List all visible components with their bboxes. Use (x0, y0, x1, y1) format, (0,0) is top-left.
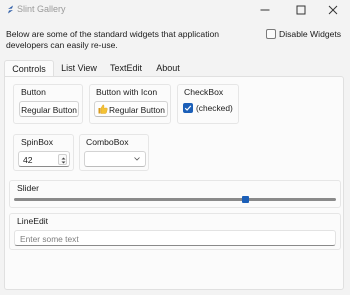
controls-panel: Button Regular Button Button with Icon R… (4, 76, 344, 290)
tab-list-view[interactable]: List View (56, 60, 102, 76)
tab-controls[interactable]: Controls (4, 60, 54, 77)
maximize-icon (296, 5, 306, 15)
combobox-group: ComboBox (79, 134, 149, 171)
tab-textedit[interactable]: TextEdit (104, 60, 148, 76)
stepper-arrows-icon (61, 157, 65, 163)
thumbs-up-icon (98, 104, 108, 114)
checkbox-label: (checked) (196, 103, 233, 113)
spinbox-group: SpinBox 42 (13, 134, 74, 171)
button-group-title: Button (21, 87, 46, 97)
combobox-group-title: ComboBox (86, 137, 129, 147)
slint-logo-icon (5, 4, 16, 15)
checkbox-group-title: CheckBox (184, 87, 224, 97)
tab-about[interactable]: About (150, 60, 186, 76)
maximize-button[interactable] (284, 0, 318, 20)
combobox[interactable] (84, 151, 146, 167)
slider-group: Slider (9, 180, 341, 208)
button-with-icon-group: Button with Icon Regular Button (89, 84, 171, 124)
intro-text: Below are some of the standard widgets t… (6, 29, 220, 50)
slider-thumb[interactable] (242, 196, 250, 203)
lineedit-field[interactable]: Enter some text (14, 230, 336, 246)
lineedit-group-title: LineEdit (17, 216, 49, 226)
checkbox-group: CheckBox (checked) (177, 84, 239, 124)
minimize-icon (260, 9, 270, 11)
close-icon (328, 5, 338, 15)
disable-widgets-box[interactable] (266, 29, 276, 39)
checkmark-icon (184, 105, 192, 111)
checked-checkbox[interactable]: (checked) (182, 101, 238, 115)
button-with-icon-group-title: Button with Icon (96, 87, 158, 97)
spinbox[interactable]: 42 (18, 151, 70, 167)
title-bar: Slint Gallery (0, 0, 350, 20)
slider-group-title: Slider (17, 183, 39, 193)
button-group: Button Regular Button (13, 84, 83, 124)
checkbox-box[interactable] (183, 103, 193, 113)
spinbox-stepper[interactable] (58, 154, 67, 165)
close-button[interactable] (316, 0, 350, 20)
icon-button-label: Regular Button (109, 104, 165, 115)
lineedit-group: LineEdit Enter some text (9, 213, 341, 250)
chevron-down-icon (134, 157, 140, 161)
spinbox-group-title: SpinBox (21, 137, 54, 147)
lineedit-placeholder: Enter some text (20, 234, 79, 244)
disable-widgets-label: Disable Widgets (279, 29, 342, 39)
regular-button[interactable]: Regular Button (19, 101, 79, 117)
icon-button[interactable]: Regular Button (94, 101, 168, 117)
spinbox-value: 42 (23, 154, 33, 165)
window-title: Slint Gallery (17, 4, 66, 14)
minimize-button[interactable] (248, 0, 282, 20)
slider-track[interactable] (14, 198, 336, 201)
